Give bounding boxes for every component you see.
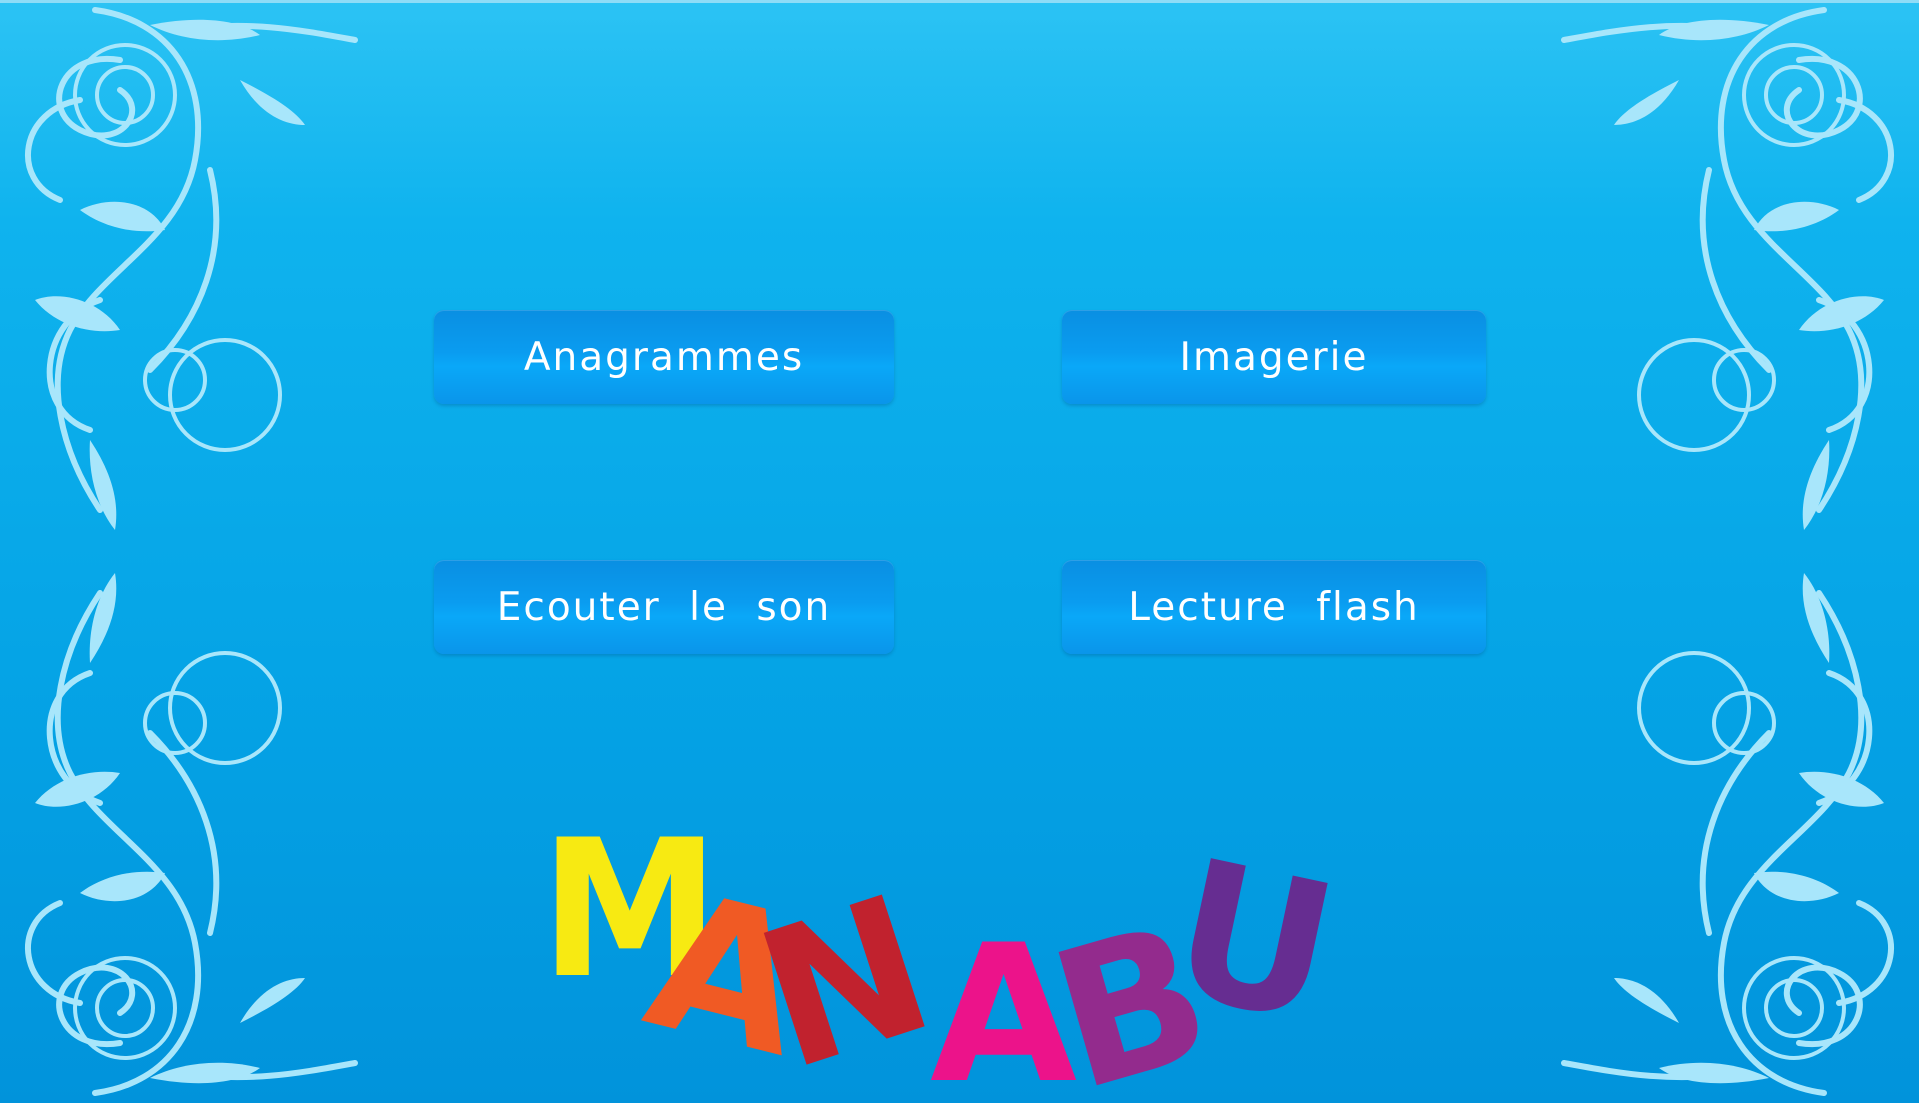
lecture-flash-button[interactable]: Lecture flash (1062, 560, 1486, 654)
manabu-logo-graphic: M A N A B U (540, 799, 1353, 1103)
logo-letter-u: U (1156, 818, 1353, 1066)
imagerie-button[interactable]: Imagerie (1062, 310, 1486, 404)
manabu-logo: M A N A B U (540, 790, 1360, 1103)
floral-ornament-icon (1549, 0, 1919, 540)
ecouter-le-son-button[interactable]: Ecouter le son (434, 560, 894, 654)
anagrammes-button[interactable]: Anagrammes (434, 310, 894, 404)
floral-ornament-icon (0, 563, 370, 1103)
floral-ornament-icon (1549, 563, 1919, 1103)
floral-ornament-icon (0, 0, 370, 540)
